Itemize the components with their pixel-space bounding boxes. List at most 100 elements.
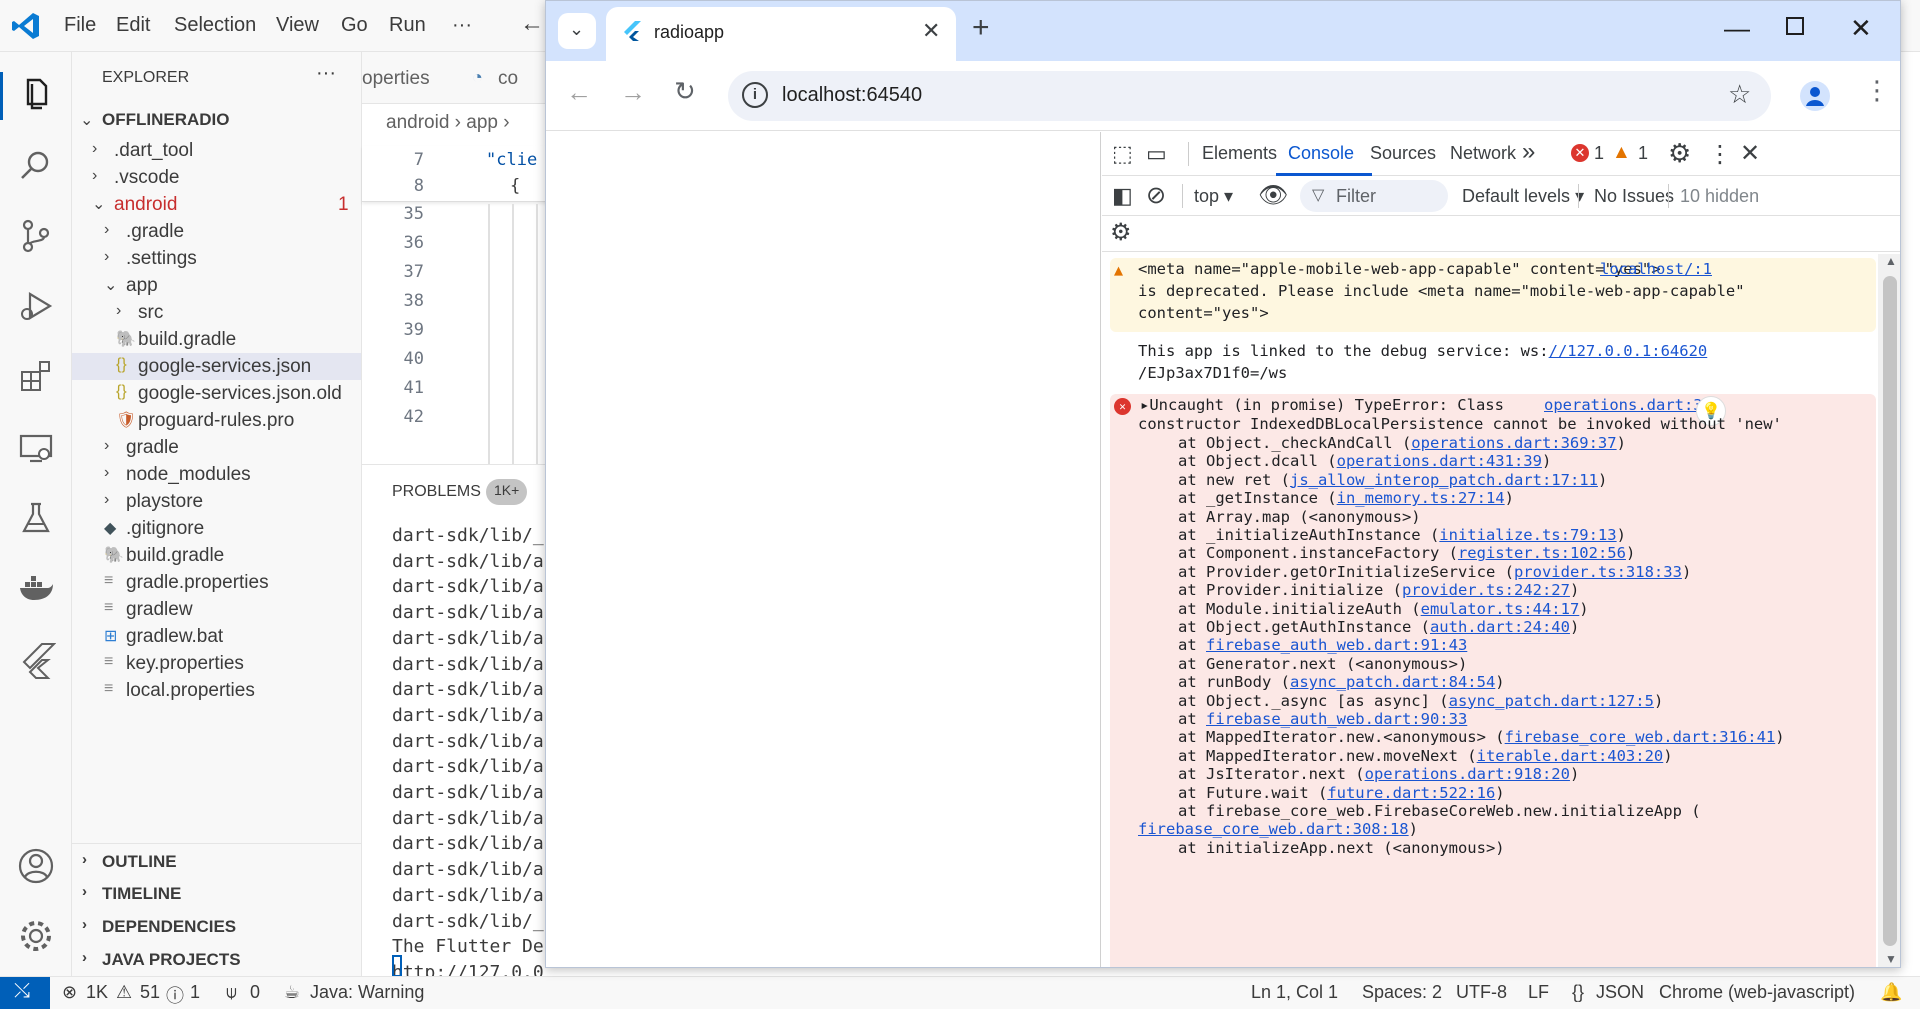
stack-frame-link[interactable]: emulator.ts:44:17 xyxy=(1421,600,1580,618)
url-text[interactable]: localhost:64540 xyxy=(782,84,922,107)
stack-frame-link[interactable]: auth.dart:24:40 xyxy=(1430,618,1570,636)
tree-item[interactable]: 🐘 build.gradle xyxy=(72,542,361,569)
stack-frame-link[interactable]: async_patch.dart:127:5 xyxy=(1449,692,1654,710)
status-errors[interactable]: 1K xyxy=(86,982,108,1003)
device-toolbar-icon[interactable]: ▭ xyxy=(1146,141,1167,167)
breadcrumb-app[interactable]: app xyxy=(466,112,498,133)
tab-close-icon[interactable]: ✕ xyxy=(922,18,940,44)
debug-service-link[interactable]: //127.0.0.1:64620 xyxy=(1549,342,1708,360)
stack-frame-link[interactable]: provider.ts:318:33 xyxy=(1514,563,1682,581)
clear-console-icon[interactable]: ⊘ xyxy=(1146,181,1166,210)
stack-frame-link[interactable]: operations.dart:918:20 xyxy=(1365,765,1570,783)
context-selector[interactable]: top ▾ xyxy=(1194,186,1233,207)
tree-item[interactable]: {} google-services.json xyxy=(72,353,361,380)
stack-frame-link[interactable]: firebase_auth_web.dart:90:33 xyxy=(1206,710,1467,728)
stack-frame-link[interactable]: firebase_auth_web.dart:91:43 xyxy=(1206,636,1467,654)
tab-search-button[interactable]: ⌄ xyxy=(558,13,596,49)
extensions-icon[interactable] xyxy=(16,356,56,396)
section-dependencies[interactable]: › DEPENDENCIES xyxy=(72,909,361,942)
menu-view[interactable]: View xyxy=(276,14,319,37)
tree-item[interactable]: ≡ gradlew xyxy=(72,596,361,623)
stack-frame-link[interactable]: initialize.ts:79:13 xyxy=(1439,526,1616,544)
devtools-menu-icon[interactable]: ⋮ xyxy=(1708,140,1732,169)
forward-icon[interactable]: → xyxy=(620,77,646,108)
inspect-element-icon[interactable]: ⬚ xyxy=(1112,141,1133,167)
notifications-bell-icon[interactable]: 🔔 xyxy=(1880,982,1902,1003)
tree-item[interactable]: ⊞ gradlew.bat xyxy=(72,623,361,650)
status-info[interactable]: 1 xyxy=(190,982,200,1003)
more-tabs-chevron-icon[interactable]: » xyxy=(1522,138,1535,166)
menu-file[interactable]: File xyxy=(64,14,96,37)
profile-avatar-icon[interactable] xyxy=(1800,81,1830,111)
log-levels-dropdown[interactable]: Default levels ▾ xyxy=(1462,186,1584,207)
tree-item[interactable]: › .settings xyxy=(72,245,361,272)
search-icon[interactable] xyxy=(16,146,56,186)
live-expression-eye-icon[interactable]: 👁 xyxy=(1258,181,1288,210)
tree-item[interactable]: › src xyxy=(72,299,361,326)
issues-button[interactable]: No Issues xyxy=(1594,186,1674,207)
breadcrumb-android[interactable]: android xyxy=(386,112,449,133)
status-language[interactable]: JSON xyxy=(1596,982,1644,1003)
editor-tab-properties[interactable]: operties xyxy=(362,68,430,90)
section-timeline[interactable]: › TIMELINE xyxy=(72,876,361,909)
warning-count[interactable]: 1 xyxy=(1638,143,1648,164)
address-bar[interactable]: i localhost:64540 ☆ xyxy=(728,71,1771,121)
menu-go[interactable]: Go xyxy=(341,14,368,37)
tree-item[interactable]: ≡ local.properties xyxy=(72,677,361,704)
chrome-tab-radioapp[interactable]: radioapp ✕ xyxy=(606,7,956,61)
tree-item[interactable]: {} google-services.json.old xyxy=(72,380,361,407)
site-info-icon[interactable]: i xyxy=(742,82,768,108)
stack-frame-link[interactable]: firebase_core_web.dart:308:18 xyxy=(1138,820,1409,838)
section-outline[interactable]: › OUTLINE xyxy=(72,843,361,876)
filter-input[interactable]: ▽ Filter xyxy=(1300,180,1448,212)
status-debug-target[interactable]: Chrome (web-javascript) xyxy=(1659,982,1855,1003)
status-position[interactable]: Ln 1, Col 1 xyxy=(1251,982,1338,1003)
run-debug-icon[interactable] xyxy=(16,286,56,326)
remote-indicator[interactable]: ⤯ xyxy=(0,977,50,1009)
status-eol[interactable]: LF xyxy=(1528,982,1549,1003)
console-settings-gear-icon[interactable]: ⚙ xyxy=(1110,218,1132,247)
editor-tab-co[interactable]: co xyxy=(498,68,518,90)
stack-frame-link[interactable]: future.dart:522:16 xyxy=(1327,784,1495,802)
tree-item[interactable]: 🐘 build.gradle xyxy=(72,326,361,353)
status-warnings[interactable]: 51 xyxy=(140,982,160,1003)
stack-frame-link[interactable]: firebase_core_web.dart:316:41 xyxy=(1505,728,1776,746)
tree-item[interactable]: › .dart_tool xyxy=(72,137,361,164)
section-java-projects[interactable]: › JAVA PROJECTS xyxy=(72,942,361,975)
error-count[interactable]: 1 xyxy=(1594,143,1604,164)
tree-item[interactable]: › gradle xyxy=(72,434,361,461)
chrome-menu-icon[interactable]: ⋮ xyxy=(1864,75,1890,106)
source-control-icon[interactable] xyxy=(16,216,56,256)
window-close-icon[interactable]: ✕ xyxy=(1850,13,1872,44)
problems-tab[interactable]: PROBLEMS xyxy=(392,483,481,501)
console-scrollbar[interactable]: ▲ ▼ xyxy=(1878,254,1900,967)
remote-explorer-icon[interactable] xyxy=(16,428,56,468)
menu-selection[interactable]: Selection xyxy=(174,14,256,37)
reload-icon[interactable]: ↻ xyxy=(674,76,696,107)
stack-frame-link[interactable]: register.ts:102:56 xyxy=(1458,544,1626,562)
accounts-icon[interactable] xyxy=(16,846,56,886)
devtools-tab-console[interactable]: Console xyxy=(1288,143,1354,164)
stack-frame-link[interactable]: in_memory.ts:27:14 xyxy=(1337,489,1505,507)
menu-edit[interactable]: Edit xyxy=(116,14,150,37)
workspace-root[interactable]: ⌄ OFFLINERADIO xyxy=(72,104,361,137)
tree-item[interactable]: › .vscode xyxy=(72,164,361,191)
tree-item[interactable]: ≡ gradle.properties xyxy=(72,569,361,596)
status-ports[interactable]: 0 xyxy=(250,982,260,1003)
manage-gear-icon[interactable] xyxy=(16,916,56,956)
menu-run[interactable]: Run xyxy=(389,14,426,37)
bookmark-star-icon[interactable]: ☆ xyxy=(1728,79,1751,110)
tree-item[interactable]: › .gradle xyxy=(72,218,361,245)
explorer-icon[interactable] xyxy=(16,74,56,114)
tree-item[interactable]: ⌄ android 1 xyxy=(72,191,361,218)
status-encoding[interactable]: UTF-8 xyxy=(1456,982,1507,1003)
stack-frame-link[interactable]: iterable.dart:403:20 xyxy=(1477,747,1664,765)
devtools-tab-elements[interactable]: Elements xyxy=(1202,143,1277,164)
maximize-icon[interactable] xyxy=(1786,17,1804,35)
warning-source-link[interactable]: localhost/:1 xyxy=(1600,258,1712,280)
tree-item[interactable]: › node_modules xyxy=(72,461,361,488)
docker-icon[interactable] xyxy=(16,568,56,608)
back-icon[interactable]: ← xyxy=(566,77,592,108)
devtools-tab-sources[interactable]: Sources xyxy=(1370,143,1436,164)
menu-more[interactable]: ··· xyxy=(452,14,472,37)
